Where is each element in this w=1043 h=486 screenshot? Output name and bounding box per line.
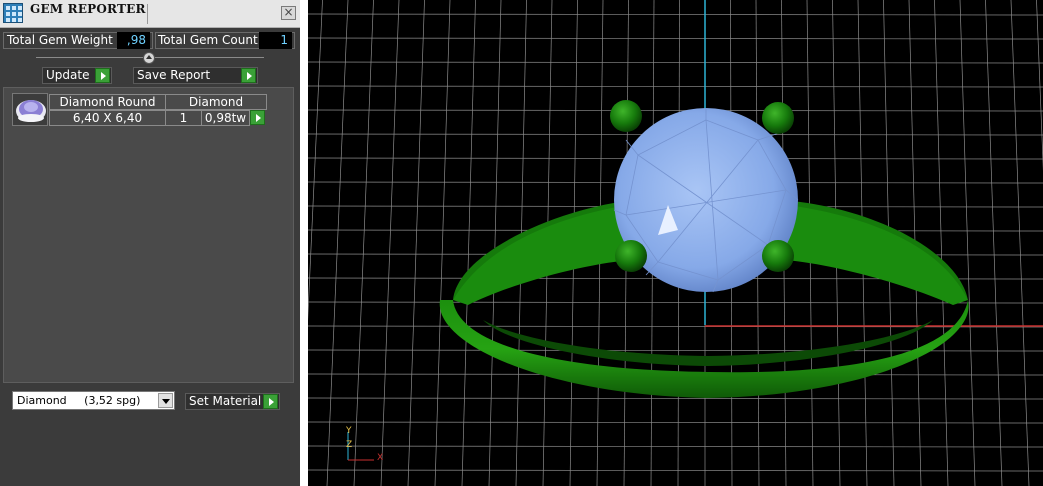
gem-size: 6,40 X 6,40 [49,110,166,126]
grid-line-vertical [326,0,349,486]
title-divider [147,4,148,24]
save-report-button-label: Save Report [137,68,211,82]
round-diamond-icon [12,93,48,126]
grid-line-horizontal [308,61,1043,64]
update-button[interactable]: Update [42,67,112,84]
3d-viewport[interactable] [308,0,1043,486]
grid-line-vertical [1010,0,1030,486]
update-button-label: Update [46,68,90,82]
gem-shape-header: Diamond Round [49,94,166,110]
grid-line-vertical [1036,0,1043,171]
save-report-button[interactable]: Save Report [133,67,258,84]
prong-bottom-left [615,240,647,272]
grid-line-horizontal [308,37,1043,40]
window-title: GEM REPORTER [30,2,146,16]
grid-line-vertical [985,0,1003,486]
grid-line-vertical [488,0,502,486]
grid-line-vertical [434,0,451,486]
play-arrow-icon [95,68,110,83]
grid-line-horizontal [308,469,1043,472]
gem-material-header: Diamond [165,94,267,110]
gem-details-button[interactable] [250,110,265,125]
gem-reporter-app-icon [3,3,23,23]
total-gem-weight-value: ,98 [117,32,150,49]
ring-shoulder-left [453,205,630,305]
play-arrow-icon [263,394,278,409]
panel-splitter-handle[interactable] [143,52,155,64]
grid-line-horizontal [308,445,1043,448]
close-button[interactable]: × [281,6,296,20]
grid-line-vertical [959,0,976,486]
set-material-button-label: Set Material [189,394,262,408]
grid-line-horizontal [308,109,1043,112]
gem-reporter-panel: GEM REPORTER × Total Gem Weight ,98 Tota… [0,0,300,486]
prong-bottom-right [762,240,794,272]
play-arrow-icon [241,68,256,83]
prong-top-left [610,100,642,132]
material-dropdown[interactable]: Diamond (3,52 spg) [12,391,175,410]
gem-list: Diamond Round Diamond 6,40 X 6,40 1 0,98… [3,87,294,383]
set-material-button[interactable]: Set Material [185,393,280,410]
grid-line-vertical [461,0,476,486]
total-gem-count-label: Total Gem Count [158,33,258,47]
x-axis-label: X [377,453,384,463]
prong-top-right [762,102,794,134]
grid-line-vertical [407,0,425,486]
total-gem-count-value: 1 [259,32,292,49]
close-icon: × [283,5,294,19]
chevron-down-icon[interactable] [158,393,173,408]
grid-line-vertical [380,0,400,486]
grid-line-vertical [353,0,374,486]
y-axis-label: Y [346,426,352,436]
grid-line-horizontal [308,421,1043,424]
gem-weight: 0,98tw [201,110,250,126]
viewport-frame [300,0,308,486]
grid-line-vertical [934,0,949,486]
grid-line-horizontal [308,13,1043,16]
grid-line-vertical [308,0,323,321]
grid-line-horizontal [308,397,1043,400]
gem-count: 1 [165,110,202,126]
grid-line-horizontal [308,349,1043,352]
axis-gizmo: Y Z X [340,426,390,466]
grid-line-horizontal [308,301,1043,304]
total-gem-weight-label: Total Gem Weight [7,33,113,47]
material-selected-value: Diamond (3,52 spg) [17,394,141,407]
grid-line-horizontal [308,85,1043,88]
z-axis-label: Z [346,440,353,450]
viewport-scene [308,0,1043,486]
title-bar[interactable]: GEM REPORTER × [0,0,300,28]
